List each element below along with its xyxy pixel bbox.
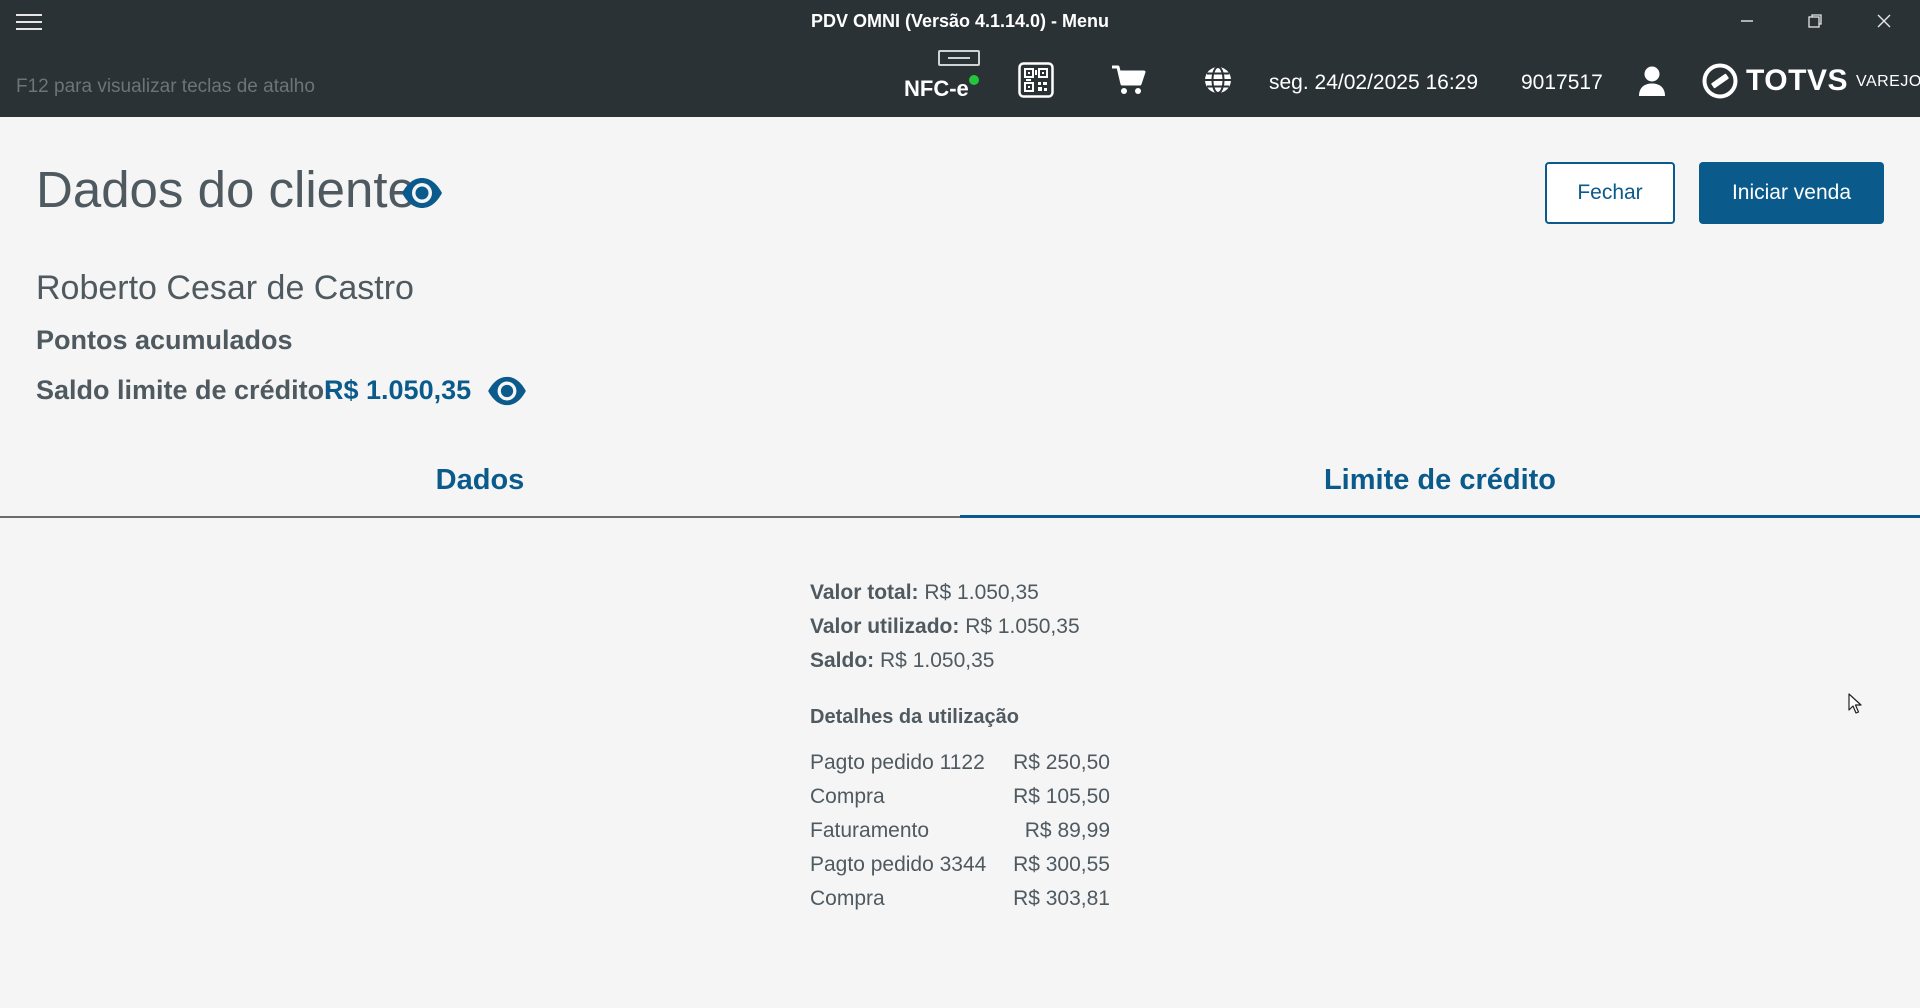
brand-name: TOTVS xyxy=(1746,64,1848,97)
close-window-button[interactable] xyxy=(1862,6,1906,36)
list-item: Pagto pedido 3344 R$ 300,55 xyxy=(810,848,1110,882)
detail-value: R$ 303,81 xyxy=(1013,887,1110,910)
cart-icon[interactable] xyxy=(1111,64,1147,101)
total-row: Valor total: R$ 1.050,35 xyxy=(810,576,1080,610)
usage-details-list: Pagto pedido 1122 R$ 250,50 Compra R$ 10… xyxy=(810,746,1110,916)
detail-label: Faturamento xyxy=(810,819,930,842)
credit-summary: Valor total: R$ 1.050,35 Valor utilizado… xyxy=(810,576,1080,678)
minimize-button[interactable] xyxy=(1725,6,1769,36)
totvs-logo: TOTVS VAREJO xyxy=(1702,61,1920,101)
balance-row: Saldo: R$ 1.050,35 xyxy=(810,644,1080,678)
total-label: Valor total: xyxy=(810,581,919,604)
printer-icon xyxy=(938,50,980,66)
detail-label: Pagto pedido 1122 xyxy=(810,751,985,774)
credit-balance-value: R$ 1.050,35 xyxy=(324,375,472,405)
used-value: R$ 1.050,35 xyxy=(965,615,1080,638)
nfce-status[interactable]: NFC-e xyxy=(900,46,980,106)
restore-button[interactable] xyxy=(1793,6,1837,36)
total-value: R$ 1.050,35 xyxy=(924,581,1039,604)
nfce-label: NFC-e xyxy=(904,76,969,101)
tab-bar: Dados Limite de crédito xyxy=(0,448,1920,518)
credit-balance-label: Saldo limite de crédito: xyxy=(36,375,334,405)
detail-value: R$ 89,99 xyxy=(1024,819,1110,842)
title-bar: PDV OMNI (Versão 4.1.14.0) - Menu xyxy=(0,0,1920,42)
customer-name: Roberto Cesar de Castro xyxy=(36,269,414,307)
user-code: 9017517 xyxy=(1521,71,1603,94)
list-item: Faturamento R$ 89,99 xyxy=(810,814,1110,848)
balance-label: Saldo: xyxy=(810,649,875,672)
mouse-pointer-icon xyxy=(1848,693,1862,720)
totvs-logo-icon xyxy=(1702,63,1738,99)
header-bar: F12 para visualizar teclas de atalho NFC… xyxy=(0,42,1920,117)
minimize-icon xyxy=(1741,20,1753,22)
qr-code-icon[interactable] xyxy=(1018,62,1054,103)
user-icon[interactable] xyxy=(1637,65,1667,102)
restore-icon xyxy=(1808,14,1822,28)
shortcut-hint: F12 para visualizar teclas de atalho xyxy=(16,76,315,97)
list-item: Compra R$ 105,50 xyxy=(810,780,1110,814)
list-item: Pagto pedido 1122 R$ 250,50 xyxy=(810,746,1110,780)
eye-icon[interactable] xyxy=(400,175,444,216)
start-sale-button[interactable]: Iniciar venda xyxy=(1699,162,1884,224)
detail-value: R$ 250,50 xyxy=(1013,751,1110,774)
tab-label: Dados xyxy=(435,464,525,496)
detail-value: R$ 300,55 xyxy=(1013,853,1110,876)
eye-icon[interactable] xyxy=(486,374,528,413)
window-title: PDV OMNI (Versão 4.1.14.0) - Menu xyxy=(810,11,1110,31)
brand-sub: VAREJO xyxy=(1855,73,1920,90)
page-title: Dados do cliente xyxy=(36,161,416,218)
detail-label: Pagto pedido 3344 xyxy=(810,853,987,876)
close-icon xyxy=(1877,14,1891,28)
datetime: seg. 24/02/2025 16:29 xyxy=(1269,71,1479,94)
detail-label: Compra xyxy=(810,887,885,910)
used-row: Valor utilizado: R$ 1.050,35 xyxy=(810,610,1080,644)
list-item: Compra R$ 303,81 xyxy=(810,882,1110,916)
details-title: Detalhes da utilização xyxy=(810,706,1019,728)
detail-value: R$ 105,50 xyxy=(1013,785,1110,808)
close-button[interactable]: Fechar xyxy=(1545,162,1675,224)
balance-value: R$ 1.050,35 xyxy=(880,649,995,672)
tab-label: Limite de crédito xyxy=(1323,464,1557,496)
detail-label: Compra xyxy=(810,785,885,808)
used-label: Valor utilizado: xyxy=(810,615,960,638)
globe-icon[interactable] xyxy=(1202,64,1234,101)
tab-limite-de-credito[interactable]: Limite de crédito xyxy=(960,448,1920,518)
points-label: Pontos acumulados xyxy=(36,325,293,355)
status-dot xyxy=(969,75,979,85)
tab-dados[interactable]: Dados xyxy=(0,448,960,518)
